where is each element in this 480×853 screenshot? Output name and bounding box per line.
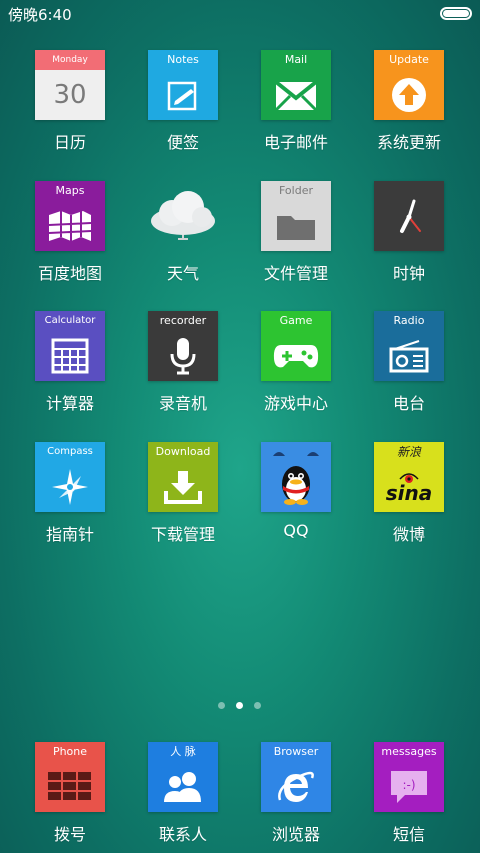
calendar-date: 30 [53, 80, 87, 110]
app-label: QQ [283, 521, 309, 540]
app-calculator[interactable]: Calculator 计算器 [20, 311, 120, 414]
app-compass[interactable]: Compass 指南针 [20, 442, 120, 545]
sina-weibo-icon: 新浪 sina [374, 442, 444, 512]
app-label: 微博 [392, 525, 425, 544]
messages-icon: messages :-) [374, 742, 444, 812]
ie-browser-icon: Browser [261, 742, 331, 812]
qq-penguin-icon [261, 442, 331, 512]
app-calendar[interactable]: Monday 30 日历 [20, 50, 120, 153]
app-label: 时钟 [392, 264, 425, 283]
page-dot-active[interactable] [236, 702, 243, 709]
tile-caption: Compass [47, 446, 93, 457]
tile-caption: Maps [55, 184, 85, 197]
page-dot[interactable] [254, 702, 261, 709]
tile-caption: Mail [284, 53, 308, 66]
dock-messages[interactable]: messages :-) 短信 [359, 742, 459, 845]
app-label: 拨号 [53, 825, 86, 844]
app-label: 指南针 [45, 525, 94, 544]
tile-caption: Game [279, 314, 313, 327]
app-weather[interactable]: 天气 [133, 181, 233, 284]
app-label: 天气 [166, 264, 199, 283]
app-label: 系统更新 [376, 133, 441, 152]
tile-caption: 新浪 [396, 445, 421, 459]
app-label: 文件管理 [263, 264, 328, 283]
update-icon: Update [374, 50, 444, 120]
app-download-manager[interactable]: Download 下载管理 [133, 442, 233, 545]
sina-wordmark: sina [385, 481, 433, 505]
app-label: 游戏中心 [263, 394, 328, 413]
app-label: 电台 [392, 394, 425, 413]
calculator-icon: Calculator [35, 311, 105, 381]
app-maps[interactable]: Maps 百度地图 [20, 181, 120, 284]
app-label: 计算器 [45, 394, 94, 413]
status-time: 傍晚6:40 [8, 6, 72, 24]
tile-caption: Phone [52, 745, 88, 758]
clock-icon [374, 181, 444, 251]
status-bar: 傍晚6:40 [0, 0, 480, 26]
cloud-icon [148, 181, 218, 251]
tile-caption: Download [155, 445, 211, 458]
battery-icon [440, 7, 472, 20]
app-weibo[interactable]: 新浪 sina 微博 [359, 442, 459, 545]
maps-icon: Maps [35, 181, 105, 251]
dock-phone[interactable]: Phone 拨号 [20, 742, 120, 845]
app-label: 浏览器 [271, 825, 320, 844]
dock-browser[interactable]: Browser 浏览器 [246, 742, 346, 845]
contacts-icon: 人 脉 [148, 742, 218, 812]
app-qq[interactable]: QQ [246, 442, 346, 540]
tile-caption: 人 脉 [170, 745, 196, 758]
tile-caption: messages [381, 745, 437, 758]
app-label: 便签 [166, 133, 199, 152]
compass-icon: Compass [35, 442, 105, 512]
calendar-icon: Monday 30 [35, 50, 105, 120]
mail-icon: Mail [261, 50, 331, 120]
app-game-center[interactable]: Game 游戏中心 [246, 311, 346, 414]
app-label: 百度地图 [37, 264, 102, 283]
tile-caption: Folder [279, 184, 313, 197]
download-icon: Download [148, 442, 218, 512]
folder-icon: Folder [261, 181, 331, 251]
app-label: 录音机 [158, 394, 207, 413]
tile-caption: Calculator [44, 315, 96, 326]
notes-icon: Notes [148, 50, 218, 120]
app-recorder[interactable]: recorder 录音机 [133, 311, 233, 414]
app-radio[interactable]: Radio 电台 [359, 311, 459, 414]
gamepad-icon: Game [261, 311, 331, 381]
tile-caption: Update [389, 53, 429, 66]
recorder-icon: recorder [148, 311, 218, 381]
app-label: 联系人 [158, 825, 207, 844]
app-update[interactable]: Update 系统更新 [359, 50, 459, 153]
app-label: 短信 [392, 825, 425, 844]
app-label: 电子邮件 [263, 133, 328, 152]
calendar-day: Monday [35, 50, 105, 70]
svg-text::-): :-) [402, 778, 415, 792]
tile-caption: Radio [393, 314, 425, 327]
tile-caption: recorder [159, 314, 207, 327]
tile-caption: Browser [273, 745, 319, 758]
radio-icon: Radio [374, 311, 444, 381]
page-dot[interactable] [218, 702, 225, 709]
phone-dialpad-icon: Phone [35, 742, 105, 812]
app-file-manager[interactable]: Folder 文件管理 [246, 181, 346, 284]
dock-contacts[interactable]: 人 脉 联系人 [133, 742, 233, 845]
app-label: 日历 [53, 133, 86, 152]
app-mail[interactable]: Mail 电子邮件 [246, 50, 346, 153]
app-label: 下载管理 [150, 525, 215, 544]
tile-caption: Notes [167, 53, 199, 66]
page-indicator [0, 702, 480, 712]
app-clock[interactable]: 时钟 [359, 181, 459, 284]
app-notes[interactable]: Notes 便签 [133, 50, 233, 153]
